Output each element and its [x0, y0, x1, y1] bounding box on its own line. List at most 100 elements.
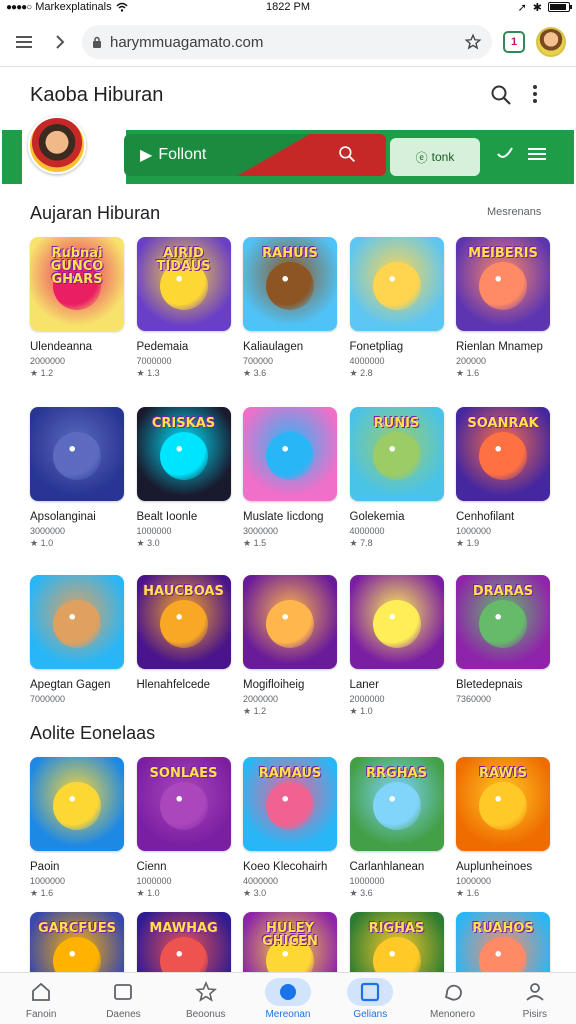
- banner-search-bar[interactable]: ▶ Follont: [124, 134, 386, 176]
- game-title[interactable]: Rienlan Mnamep: [456, 341, 550, 353]
- game-card[interactable]: MEIBERIS Rienlan Mnamep 200000 ★ 1.6: [456, 237, 550, 379]
- game-thumbnail[interactable]: RAWIS: [456, 757, 550, 851]
- nav-item-chat[interactable]: Menonero: [411, 973, 493, 1024]
- game-title[interactable]: Koeo Klecohairh: [243, 861, 337, 873]
- game-character-icon: [266, 431, 314, 480]
- game-card[interactable]: Mogifloiheig 2000000 ★ 1.2: [243, 575, 337, 717]
- game-thumbnail[interactable]: [349, 575, 444, 669]
- nav-item-library[interactable]: Daenes: [82, 973, 164, 1024]
- game-title[interactable]: Ulendeanna: [30, 341, 124, 353]
- game-rating: ★ 1.5: [243, 538, 267, 548]
- game-card[interactable]: Laner 2000000 ★ 1.0: [349, 575, 444, 717]
- game-logo-text: RUNIS: [373, 416, 420, 431]
- game-title[interactable]: Fonetpliag: [350, 341, 444, 353]
- game-title[interactable]: Carlanhlanean: [350, 861, 444, 873]
- chip-icon: ⓔ: [415, 150, 428, 165]
- game-card[interactable]: RUNIS Golekemia 4000000 ★ 7.8: [349, 407, 444, 549]
- game-card[interactable]: Fonetpliag 4000000 ★ 2.8: [349, 237, 444, 379]
- game-title[interactable]: Laner: [350, 679, 444, 691]
- game-title[interactable]: Muslate Iicdong: [243, 511, 337, 523]
- game-title[interactable]: Hlenahfelcede: [137, 679, 231, 691]
- tab-count: 1: [503, 31, 525, 53]
- address-bar[interactable]: harymmuagamato.com: [82, 25, 492, 59]
- game-downloads: 7360000: [456, 694, 492, 704]
- banner-search-icon[interactable]: [338, 145, 356, 168]
- menu-icon[interactable]: [10, 28, 38, 56]
- game-card[interactable]: Apegtan Gagen 7000000: [30, 575, 124, 717]
- game-thumbnail[interactable]: [349, 237, 444, 331]
- game-thumbnail[interactable]: RRGHAS: [349, 757, 444, 851]
- game-card[interactable]: Paoin 1000000 ★ 1.6: [30, 757, 124, 899]
- game-title[interactable]: Auplunheinoes: [456, 861, 550, 873]
- game-title[interactable]: Golekemia: [350, 511, 444, 523]
- game-title[interactable]: Paoin: [30, 861, 124, 873]
- game-downloads: 3000000: [243, 526, 279, 536]
- game-card[interactable]: Rubnai GUNCO GHARS Ulendeanna 2000000 ★ 1.2: [30, 237, 124, 379]
- game-card[interactable]: DRARAS Bletedepnais 7360000: [456, 575, 550, 717]
- game-title[interactable]: Bletedepnais: [456, 679, 550, 691]
- games-row: Apsolanginai 3000000 ★ 1.0 CRISKAS Bealt Ioo…: [30, 407, 550, 549]
- game-title[interactable]: Cienn: [137, 861, 231, 873]
- game-card[interactable]: HAUCBOAS Hlenahfelcede: [136, 575, 231, 717]
- nav-item-star[interactable]: Beoonus: [165, 973, 247, 1024]
- game-card[interactable]: RAMAUS Koeo Klecohairh 4000000 ★ 3.0: [243, 757, 337, 899]
- game-card[interactable]: AIRID TIDAUS Pedemaia 7000000 ★ 1.3: [136, 237, 231, 379]
- game-card[interactable]: RRGHAS Carlanhlanean 1000000 ★ 3.6: [349, 757, 444, 899]
- nav-item-games[interactable]: Gelians: [329, 973, 411, 1024]
- game-thumbnail[interactable]: DRARAS: [456, 575, 550, 669]
- game-thumbnail[interactable]: Rubnai GUNCO GHARS: [30, 237, 124, 331]
- games-row: Apegtan Gagen 7000000 HAUCBOAS Hlenahfelced…: [30, 575, 550, 717]
- nav-item-account[interactable]: Pisirs: [494, 973, 576, 1024]
- game-thumbnail[interactable]: AIRID TIDAUS: [136, 237, 231, 331]
- game-title[interactable]: Mogifloiheig: [243, 679, 337, 691]
- game-title[interactable]: Apegtan Gagen: [30, 679, 124, 691]
- url-text[interactable]: harymmuagamato.com: [110, 34, 456, 51]
- tabs-button[interactable]: 1: [500, 28, 528, 56]
- game-thumbnail[interactable]: CRISKAS: [136, 407, 231, 501]
- profile-avatar[interactable]: [28, 116, 86, 174]
- browser-avatar[interactable]: [536, 27, 566, 57]
- game-title[interactable]: Kaliaulagen: [243, 341, 337, 353]
- nav-item-profile[interactable]: Mereonan: [247, 973, 329, 1024]
- game-thumbnail[interactable]: [243, 407, 337, 501]
- game-thumbnail[interactable]: SONLAES: [136, 757, 231, 851]
- game-thumbnail[interactable]: RUNIS: [349, 407, 444, 501]
- game-title[interactable]: Apsolanginai: [30, 511, 124, 523]
- search-icon[interactable]: [490, 84, 512, 111]
- bookmark-star-icon[interactable]: [464, 33, 482, 51]
- nav-label: Beoonus: [185, 1008, 226, 1020]
- nav-item-home[interactable]: Fanoin: [0, 973, 82, 1024]
- game-title[interactable]: Pedemaia: [137, 341, 231, 353]
- game-rating: ★ 1.9: [456, 538, 480, 548]
- game-rating: ★ 1.6: [456, 368, 480, 378]
- profile-icon: [264, 977, 311, 1006]
- game-thumbnail[interactable]: [30, 407, 124, 501]
- game-thumbnail[interactable]: [243, 575, 337, 669]
- game-thumbnail[interactable]: HAUCBOAS: [136, 575, 231, 669]
- forward-icon[interactable]: [46, 28, 74, 56]
- browser-toolbar: harymmuagamato.com 1: [0, 22, 576, 62]
- game-thumbnail[interactable]: RAMAUS: [243, 757, 337, 851]
- game-rating: ★ 3.0: [243, 888, 267, 898]
- list-menu-icon[interactable]: [528, 146, 546, 167]
- see-more-link[interactable]: Mesrenans: [487, 206, 541, 218]
- game-card[interactable]: RAHUIS Kaliaulagen 700000 ★ 3.6: [243, 237, 337, 379]
- trend-icon[interactable]: [496, 146, 514, 167]
- game-title[interactable]: Cenhofilant: [456, 511, 550, 523]
- game-thumbnail[interactable]: [30, 757, 124, 851]
- game-card[interactable]: RAWIS Auplunheinoes 1000000 ★ 1.6: [456, 757, 550, 899]
- game-card[interactable]: Apsolanginai 3000000 ★ 1.0: [30, 407, 124, 549]
- games-icon: [347, 977, 394, 1006]
- game-thumbnail[interactable]: [30, 575, 124, 669]
- game-thumbnail[interactable]: RAHUIS: [243, 237, 337, 331]
- game-card[interactable]: SONLAES Cienn 1000000 ★ 1.0: [136, 757, 231, 899]
- game-title[interactable]: Bealt Ioonle: [137, 511, 231, 523]
- game-thumbnail[interactable]: SOANRAK: [456, 407, 550, 501]
- more-vert-icon[interactable]: [532, 84, 538, 109]
- game-rating: ★ 1.2: [243, 706, 267, 716]
- banner-chip-button[interactable]: ⓔ tonk: [390, 138, 480, 176]
- game-card[interactable]: Muslate Iicdong 3000000 ★ 1.5: [243, 407, 337, 549]
- game-thumbnail[interactable]: MEIBERIS: [456, 237, 550, 331]
- game-card[interactable]: CRISKAS Bealt Ioonle 1000000 ★ 3.0: [136, 407, 231, 549]
- game-card[interactable]: SOANRAK Cenhofilant 1000000 ★ 1.9: [456, 407, 550, 549]
